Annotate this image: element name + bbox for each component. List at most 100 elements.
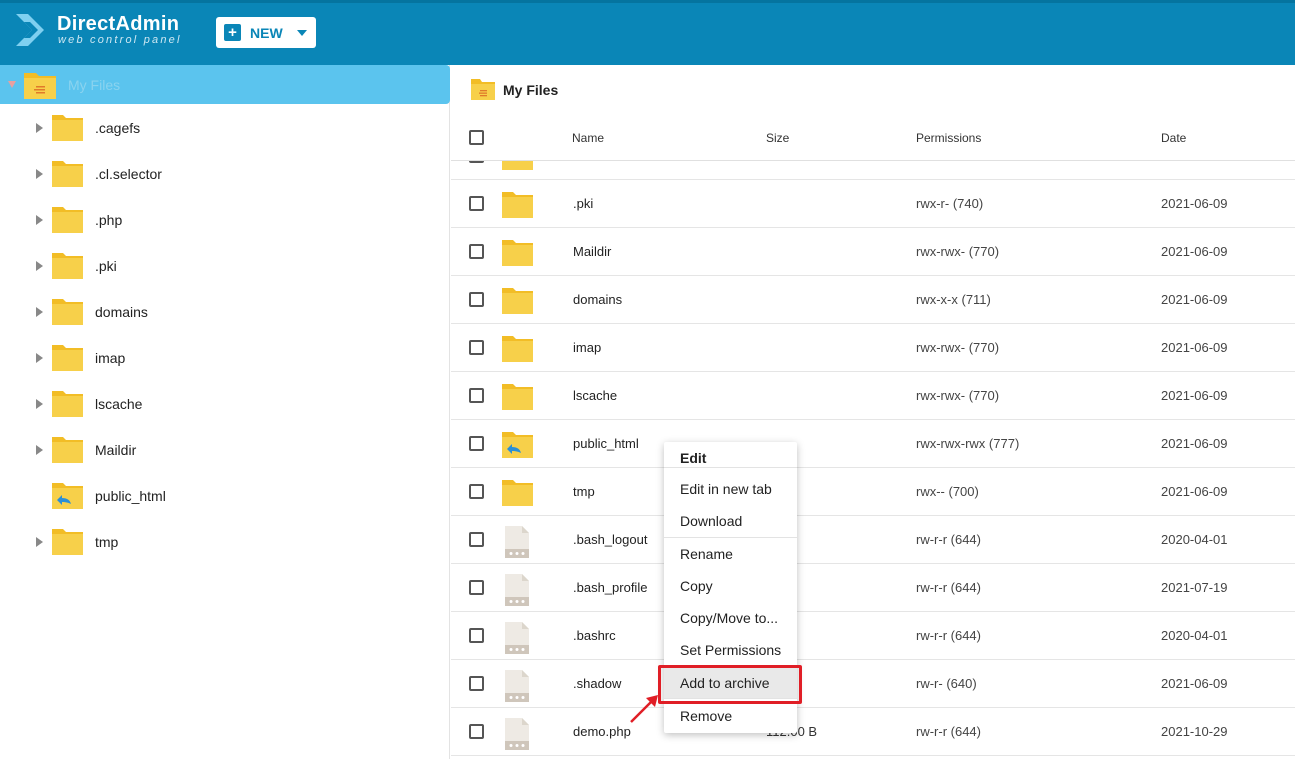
tree-item[interactable]: .cl.selector [0,151,450,197]
folder-icon [51,158,84,193]
file-permissions: rwx-x-x (711) [916,292,991,307]
row-checkbox[interactable] [469,388,484,403]
row-checkbox[interactable] [469,161,484,163]
expand-arrow-icon[interactable] [36,123,43,133]
tree-item-label: .cagefs [95,120,141,136]
expand-arrow-icon[interactable] [36,445,43,455]
column-header-name[interactable]: Name [572,131,604,145]
table-row[interactable]: .pki rwx-r- (740) 2021-06-09 [451,180,1295,228]
context-menu-item-rename[interactable]: Rename [664,538,797,570]
table-row[interactable] [451,161,1295,180]
context-menu-item-edit-in-new-tab[interactable]: Edit in new tab [664,473,797,505]
file-date: 2021-06-09 [1161,676,1228,691]
folder-icon [51,112,84,147]
row-checkbox[interactable] [469,196,484,211]
row-checkbox[interactable] [469,244,484,259]
table-row[interactable]: .bash_profile .00 B rw-r-r (644) 2021-07… [451,564,1295,612]
tree-item[interactable]: lscache [0,381,450,427]
tree-root-my-files[interactable]: My Files [0,65,450,104]
row-checkbox[interactable] [469,292,484,307]
menu-divider [664,698,797,699]
expand-arrow-icon[interactable] [8,81,16,88]
column-header-permissions[interactable]: Permissions [916,131,981,145]
folder-icon [501,189,534,224]
expand-arrow-icon[interactable] [36,169,43,179]
context-menu-item-copy-move-to[interactable]: Copy/Move to... [664,602,797,634]
tree-item[interactable]: imap [0,335,450,381]
file-name[interactable]: tmp [573,484,595,499]
table-row[interactable]: imap rwx-rwx- (770) 2021-06-09 [451,324,1295,372]
tree-item[interactable]: public_html [0,473,450,519]
file-name[interactable]: .bashrc [573,628,616,643]
expand-arrow-icon[interactable] [36,307,43,317]
context-menu-item-set-permissions[interactable]: Set Permissions [664,634,797,666]
folder-icon [501,285,534,320]
table-row[interactable]: Maildir rwx-rwx- (770) 2021-06-09 [451,228,1295,276]
folder-icon [51,296,84,331]
file-name[interactable]: imap [573,340,601,355]
row-checkbox[interactable] [469,532,484,547]
file-name[interactable]: .shadow [573,676,621,691]
row-checkbox[interactable] [469,484,484,499]
row-checkbox[interactable] [469,580,484,595]
file-date: 2020-04-01 [1161,532,1228,547]
file-name[interactable]: Maildir [573,244,611,259]
tree-item-label: .cl.selector [95,166,162,182]
expand-arrow-icon[interactable] [36,215,43,225]
tree-item[interactable]: .pki [0,243,450,289]
column-header-size[interactable]: Size [766,131,789,145]
file-permissions: rw-r-r (644) [916,580,981,595]
file-name[interactable]: domains [573,292,622,307]
file-name[interactable]: public_html [573,436,639,451]
context-menu-item-add-to-archive[interactable]: Add to archive [664,667,797,699]
folder-link-icon [51,480,84,515]
file-name[interactable]: lscache [573,388,617,403]
tree-item[interactable]: Maildir [0,427,450,473]
file-date: 2021-10-29 [1161,724,1228,739]
table-row[interactable]: .bash_logout 0 B rw-r-r (644) 2020-04-01 [451,516,1295,564]
expand-arrow-icon[interactable] [36,537,43,547]
chevron-down-icon [296,29,307,36]
tree-item-label: domains [95,304,148,320]
table-row[interactable]: tmp rwx-- (700) 2021-06-09 [451,468,1295,516]
tree-item[interactable]: tmp [0,519,450,565]
menu-divider [664,665,797,666]
row-checkbox[interactable] [469,340,484,355]
context-menu-item-download[interactable]: Download [664,505,797,537]
annotation-arrow-icon [630,695,658,723]
context-menu-item-copy[interactable]: Copy [664,570,797,602]
file-date: 2021-06-09 [1161,244,1228,259]
context-menu-item-remove[interactable]: Remove [664,700,797,732]
expand-arrow-icon[interactable] [36,261,43,271]
table-row[interactable]: lscache rwx-rwx- (770) 2021-06-09 [451,372,1295,420]
table-row[interactable]: domains rwx-x-x (711) 2021-06-09 [451,276,1295,324]
column-header-date[interactable]: Date [1161,131,1186,145]
context-menu-item-edit[interactable]: Edit [664,442,797,474]
file-name[interactable]: .pki [573,196,593,211]
row-checkbox[interactable] [469,436,484,451]
row-checkbox[interactable] [469,724,484,739]
row-checkbox[interactable] [469,628,484,643]
file-name[interactable]: .bash_profile [573,580,647,595]
table-row[interactable]: .shadow B rw-r- (640) 2021-06-09 [451,660,1295,708]
tree-item-label: .php [95,212,123,228]
new-button[interactable]: + NEW [216,17,316,48]
menu-divider [664,467,797,468]
table-row[interactable]: .bashrc .00 B rw-r-r (644) 2020-04-01 [451,612,1295,660]
row-checkbox[interactable] [469,676,484,691]
table-header: Name Size Permissions Date [451,117,1295,161]
table-row[interactable]: demo.php 112.00 B rw-r-r (644) 2021-10-2… [451,708,1295,756]
tree-item[interactable]: .php [0,197,450,243]
menu-divider [664,537,797,538]
file-icon [501,621,533,660]
expand-arrow-icon[interactable] [36,399,43,409]
file-name[interactable]: demo.php [573,724,631,739]
expand-arrow-icon[interactable] [36,353,43,363]
file-permissions: rw-r-r (644) [916,628,981,643]
file-name[interactable]: .bash_logout [573,532,647,547]
tree-item[interactable]: .cagefs [0,105,450,151]
tree-item[interactable]: domains [0,289,450,335]
file-permissions: rw-r-r (644) [916,532,981,547]
select-all-checkbox[interactable] [469,130,484,145]
table-row[interactable]: public_html rwx-rwx-rwx (777) 2021-06-09 [451,420,1295,468]
